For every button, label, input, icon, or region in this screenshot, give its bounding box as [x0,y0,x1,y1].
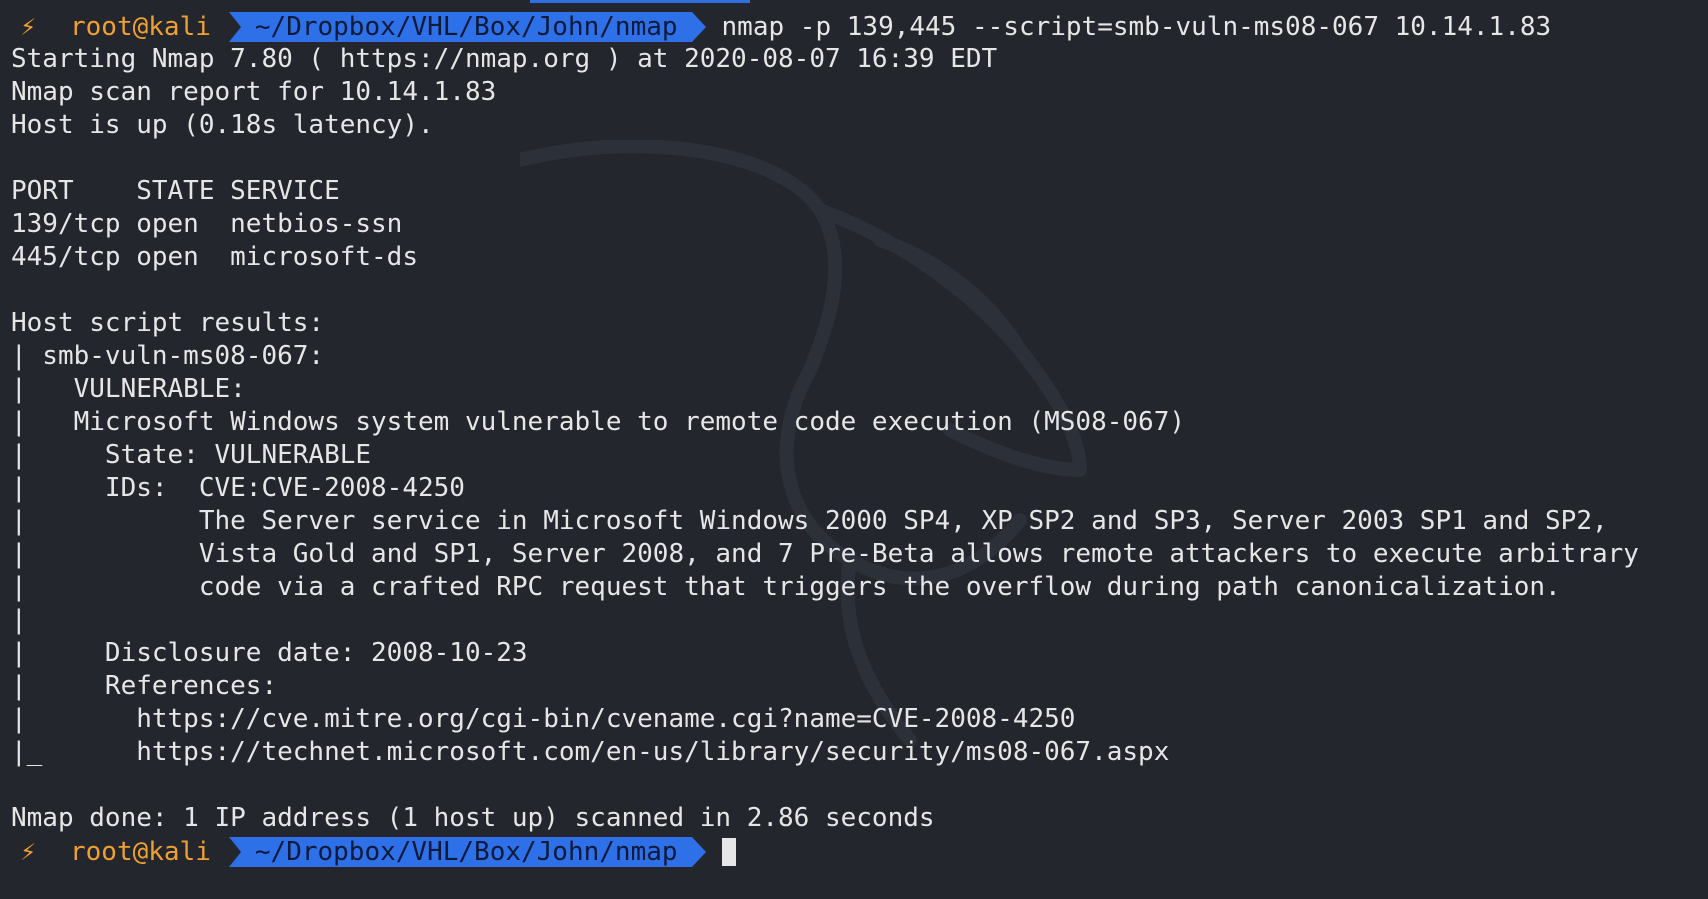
output-line: Nmap done: 1 IP address (1 host up) scan… [11,803,935,833]
output-line: Host is up (0.18s latency). [11,110,434,140]
prompt-line[interactable]: ⚡ root@kali ~/Dropbox/VHL/Box/John/nmap [0,835,1708,868]
output-line: PORT STATE SERVICE [11,176,340,206]
prompt-user: root@kali [70,836,211,867]
output-line: | The Server service in Microsoft Window… [11,506,1608,536]
active-tab-indicator [530,0,750,3]
text-cursor[interactable] [721,837,736,866]
command-text: nmap -p 139,445 --script=smb-vuln-ms08-0… [721,11,1552,42]
output-line: | Microsoft Windows system vulnerable to… [11,407,1185,437]
prompt-line: ⚡ root@kali ~/Dropbox/VHL/Box/John/nmap … [0,10,1708,43]
output-line: |_ https://technet.microsoft.com/en-us/l… [11,737,1170,767]
output-line: | State: VULNERABLE [11,440,372,470]
output-line: | smb-vuln-ms08-067: [11,341,325,371]
output-line: Starting Nmap 7.80 ( https://nmap.org ) … [11,44,998,74]
terminal-window[interactable]: ⚡ root@kali ~/Dropbox/VHL/Box/John/nmap … [0,0,1708,899]
lightning-icon: ⚡ [20,836,36,867]
output-line: | code via a crafted RPC request that tr… [11,572,1561,602]
output-line: | Disclosure date: 2008-10-23 [11,638,528,668]
output-line: 445/tcp open microsoft-ds [11,242,418,272]
output-line: | References: [11,671,278,701]
prompt-path: ~/Dropbox/VHL/Box/John/nmap [228,11,706,42]
output-line: | https://cve.mitre.org/cgi-bin/cvename.… [11,704,1076,734]
prompt-path: ~/Dropbox/VHL/Box/John/nmap [228,836,706,867]
output-line: 139/tcp open netbios-ssn [11,209,403,239]
output-line: | VULNERABLE: [11,374,246,404]
output-line: Host script results: [11,308,325,338]
output-line: | Vista Gold and SP1, Server 2008, and 7… [11,539,1639,569]
lightning-icon: ⚡ [20,11,36,42]
output-line: | IDs: CVE:CVE-2008-4250 [11,473,465,503]
output-line: Nmap scan report for 10.14.1.83 [11,77,497,107]
prompt-user: root@kali [70,11,211,42]
output-line: | [11,605,27,635]
